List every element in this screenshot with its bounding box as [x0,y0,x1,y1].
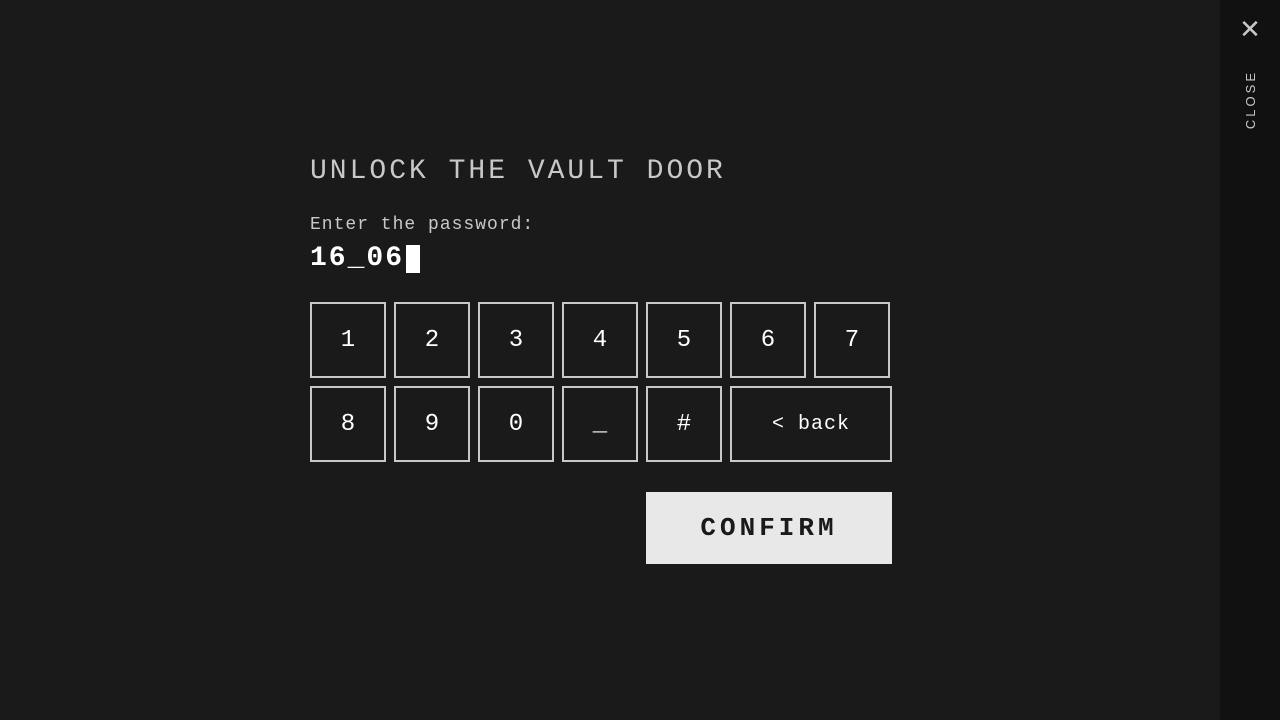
key-back[interactable]: < back [730,386,892,462]
close-label: CLOSE [1243,70,1258,129]
key-9[interactable]: 9 [394,386,470,462]
key-2[interactable]: 2 [394,302,470,378]
key-3[interactable]: 3 [478,302,554,378]
close-icon: ✕ [1239,16,1261,42]
confirm-button[interactable]: CONFIRM [646,492,892,564]
key-5[interactable]: 5 [646,302,722,378]
key-6[interactable]: 6 [730,302,806,378]
confirm-row: CONFIRM [310,492,892,564]
key-7[interactable]: 7 [814,302,890,378]
key-4[interactable]: 4 [562,302,638,378]
content-panel: UNLOCK THE VAULT DOOR Enter the password… [310,156,892,564]
key-1[interactable]: 1 [310,302,386,378]
key-hash[interactable]: # [646,386,722,462]
key-0[interactable]: 0 [478,386,554,462]
cursor [406,245,420,273]
keypad: 1 2 3 4 5 6 7 8 9 0 _ # < back [310,302,892,462]
keypad-row-1: 1 2 3 4 5 6 7 [310,302,892,378]
page-title: UNLOCK THE VAULT DOOR [310,156,892,187]
close-button[interactable]: ✕ CLOSE [1220,0,1280,720]
keypad-row-2: 8 9 0 _ # < back [310,386,892,462]
key-8[interactable]: 8 [310,386,386,462]
password-value: 16_06 [310,243,404,274]
password-display: 16_06 [310,243,892,274]
main-container: UNLOCK THE VAULT DOOR Enter the password… [0,0,1280,720]
prompt-label: Enter the password: [310,215,892,235]
key-underscore[interactable]: _ [562,386,638,462]
